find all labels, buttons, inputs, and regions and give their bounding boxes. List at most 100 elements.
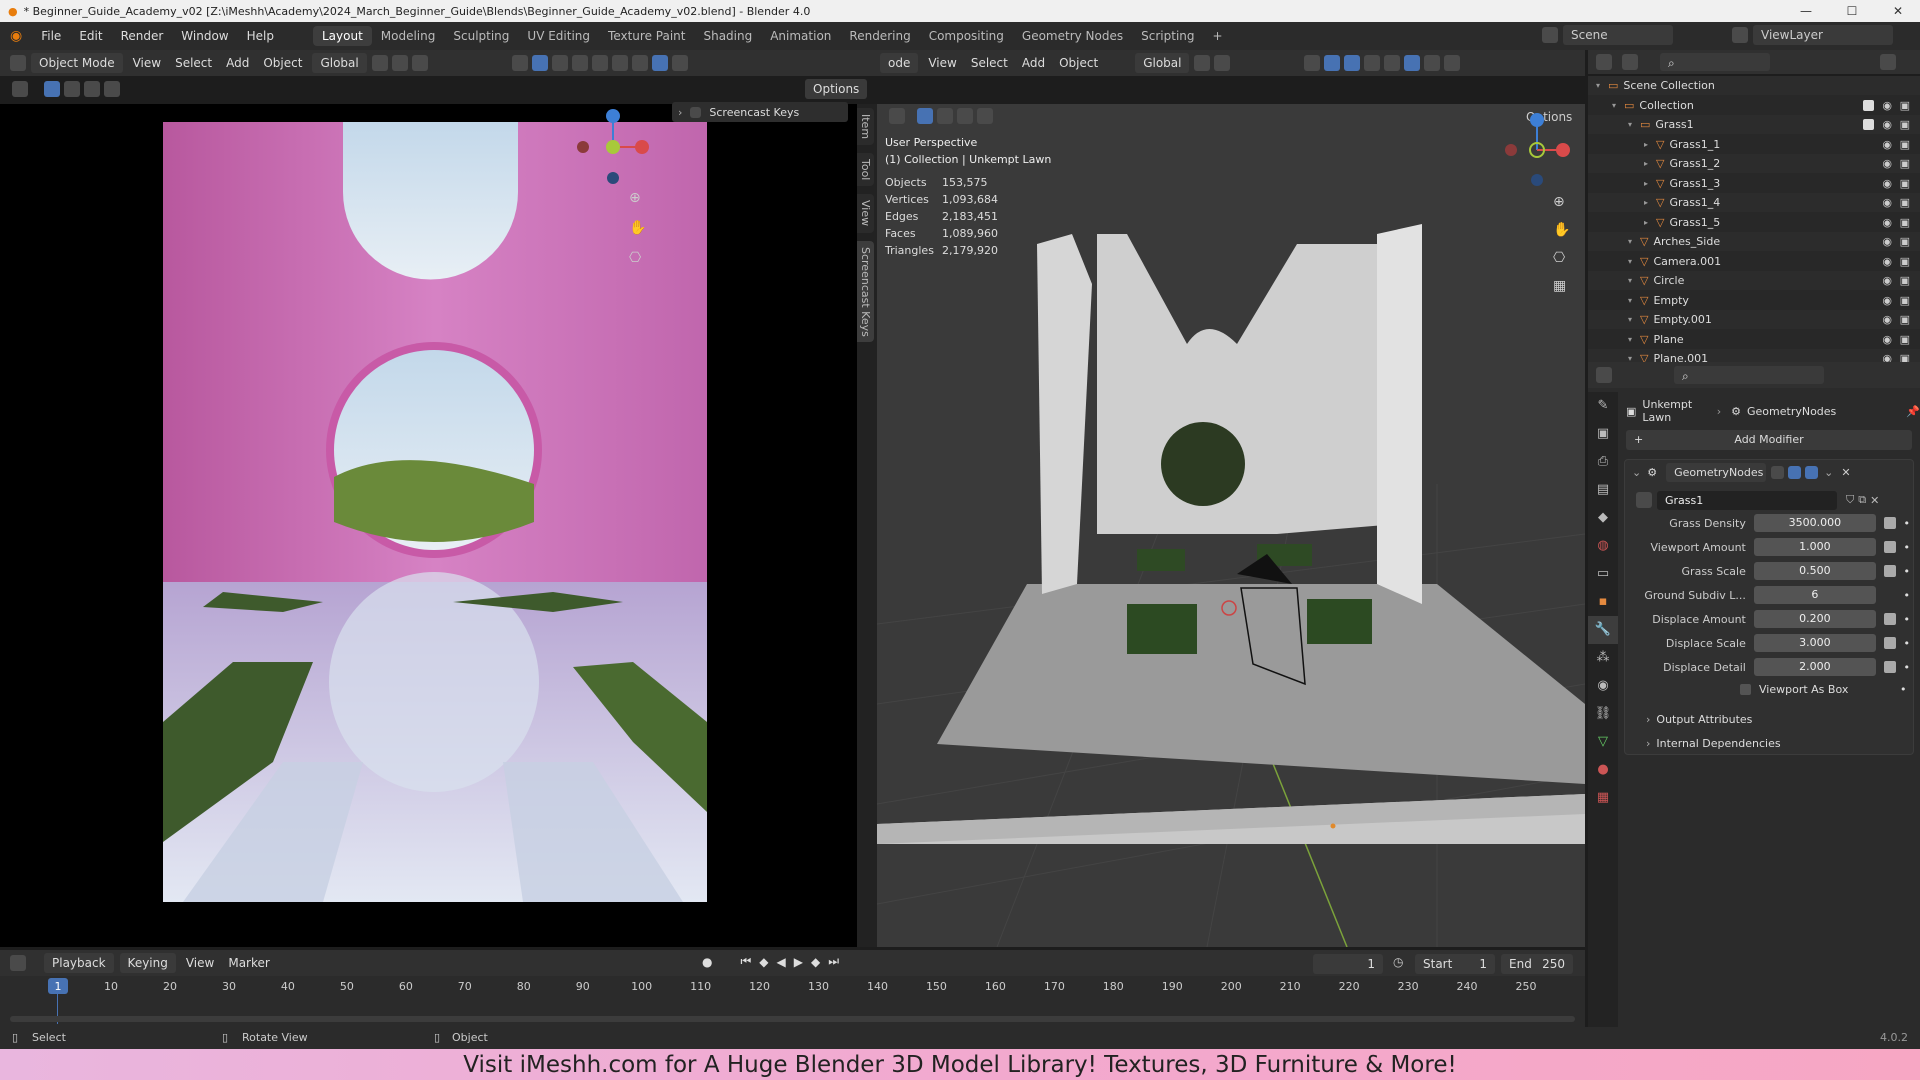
expand-icon[interactable]: ▸ [1644,198,1656,207]
start-frame-field[interactable]: Start 1 [1415,954,1495,974]
viewport-as-box-checkbox[interactable] [1740,684,1751,695]
render-tab-icon[interactable]: ▣ [1588,420,1618,448]
minimize-button[interactable]: — [1784,0,1828,22]
add-modifier-button[interactable]: + Add Modifier [1626,430,1912,450]
tab-animation[interactable]: Animation [761,26,840,46]
zoom-icon[interactable]: ⊕ [629,190,641,206]
xray-icon-right[interactable] [1364,55,1381,71]
screencast-keys-panel[interactable]: › Screencast Keys [672,102,848,122]
viewlayer-field[interactable]: ViewLayer [1753,25,1893,45]
wireframe-shading-icon-right[interactable] [1384,55,1401,71]
tab-uv-editing[interactable]: UV Editing [518,26,599,46]
attribute-toggle-icon[interactable] [1883,517,1896,529]
visibility-icon-right[interactable] [1304,55,1321,71]
keyframe-dot-icon[interactable]: • [1904,613,1911,626]
outliner-item[interactable]: ▾ ▽ Camera.001 ◉ ▣ [1588,252,1920,271]
properties-search-input[interactable]: ⌕ [1674,366,1824,384]
jump-end-icon[interactable]: ⏭ [828,954,839,969]
menu-help[interactable]: Help [238,29,283,43]
expand-icon[interactable]: ▾ [1628,276,1640,285]
outliner-item[interactable]: ▾ ▭ Collection ◉ ▣ [1588,96,1920,115]
physics-tab-icon[interactable]: ◉ [1588,672,1618,700]
texture-tab-icon[interactable]: ▦ [1588,784,1618,812]
tab-geometry-nodes[interactable]: Geometry Nodes [1013,26,1132,46]
tab-compositing[interactable]: Compositing [920,26,1013,46]
tab-rendering[interactable]: Rendering [840,26,919,46]
gizmo-icon-right[interactable] [1324,55,1341,71]
tab-modeling[interactable]: Modeling [372,26,445,46]
exclude-checkbox[interactable] [1863,119,1874,130]
outliner-item[interactable]: ▸ ▽ Grass1_3 ◉ ▣ [1588,174,1920,193]
eye-icon[interactable]: ◉ [1882,99,1892,112]
viewlayer-selector[interactable]: ViewLayer [1730,25,1896,45]
outliner-item[interactable]: ▸ ▽ Grass1_1 ◉ ▣ [1588,135,1920,154]
snap-icon-right[interactable] [1214,55,1231,71]
menu-edit[interactable]: Edit [70,29,111,43]
keyframe-dot-icon[interactable]: • [1904,517,1911,530]
maximize-button[interactable]: ☐ [1830,0,1874,22]
options-dropdown[interactable]: Options [805,79,868,99]
render-camera-icon[interactable]: ▣ [1900,333,1910,346]
solid-shading-icon-right[interactable] [1404,55,1421,71]
menu-view-timeline[interactable]: View [179,953,221,973]
navigation-gizmo[interactable] [570,108,650,188]
input-value-field[interactable]: 2.000 [1753,658,1876,676]
proportional-icon[interactable] [411,55,428,71]
keyframe-dot-icon[interactable]: • [1904,637,1911,650]
eye-icon[interactable]: ◉ [1882,196,1892,209]
screencast-checkbox[interactable] [690,106,702,118]
material-tab-icon[interactable]: ● [1588,756,1618,784]
expand-icon[interactable]: ▸ [1644,140,1656,149]
remove-modifier-icon[interactable]: ✕ [1841,466,1850,479]
display-mode-icon[interactable] [1622,54,1638,70]
scene-tab-icon[interactable]: ◆ [1588,504,1618,532]
menu-window[interactable]: Window [172,29,237,43]
select-subtract-icon[interactable] [84,81,100,97]
clock-icon[interactable]: ◷ [1393,955,1403,969]
pivot-icon-right[interactable] [1194,55,1211,71]
expand-icon[interactable]: ▸ [1644,218,1656,227]
menu-add[interactable]: Add [219,53,256,73]
expand-icon[interactable]: ▸ [1644,159,1656,168]
filter-icon[interactable] [1880,54,1896,70]
input-value-field[interactable]: 0.500 [1753,562,1876,580]
unlink-icon[interactable]: ✕ [1870,494,1879,507]
eye-icon[interactable]: ◉ [1882,118,1892,131]
keyframe-dot-icon[interactable]: • [1904,541,1911,554]
collapse-chevron-icon[interactable]: ⌄ [1632,466,1641,479]
axis-gizmo-icon-right[interactable] [1497,108,1577,188]
mode-dropdown-right[interactable]: ode [880,53,919,73]
gizmo-icon[interactable] [531,55,548,71]
jump-start-icon[interactable]: ⏮ [740,954,751,969]
render-camera-icon[interactable]: ▣ [1900,118,1910,131]
rendered-shading-icon-right[interactable] [1444,55,1461,71]
menu-keying[interactable]: Keying [119,953,176,973]
select-tool-icon[interactable] [12,81,28,97]
eye-icon[interactable]: ◉ [1882,333,1892,346]
outliner-editor-icon[interactable] [1596,54,1612,70]
view-layer-tab-icon[interactable]: ▤ [1588,476,1618,504]
input-value-field[interactable]: 0.200 [1753,610,1876,628]
duplicate-icon[interactable]: ⧉ [1858,493,1866,507]
world-tab-icon[interactable]: ◍ [1588,532,1618,560]
outliner-item[interactable]: ▾ ▭ Scene Collection [1588,76,1920,95]
select-invert-icon[interactable] [104,81,120,97]
end-frame-field[interactable]: End 250 [1501,954,1573,974]
node-group-field[interactable]: Grass1 [1657,490,1837,510]
outliner-search-input[interactable]: ⌕ [1660,53,1770,71]
expand-icon[interactable]: ▾ [1628,296,1640,305]
modifier-menu-chevron-icon[interactable]: ⌄ [1824,466,1833,479]
attribute-toggle-icon[interactable] [1883,565,1896,577]
snap-icon[interactable] [391,55,408,71]
viewport-3d[interactable]: Options User Perspective (1) Collection … [877,104,1585,947]
visibility-icon[interactable] [511,55,528,71]
expand-icon[interactable]: ▾ [1628,257,1640,266]
camera-view-icon[interactable]: ⎔ [629,250,641,266]
render-camera-icon[interactable]: ▣ [1900,313,1910,326]
pause-render-icon[interactable] [671,55,688,71]
keyframe-dot-icon[interactable]: • [1904,589,1911,602]
close-button[interactable]: ✕ [1876,0,1920,22]
object-tab-icon[interactable]: ▪ [1588,588,1618,616]
particles-tab-icon[interactable]: ⁂ [1588,644,1618,672]
attribute-toggle-icon[interactable] [1883,613,1896,625]
